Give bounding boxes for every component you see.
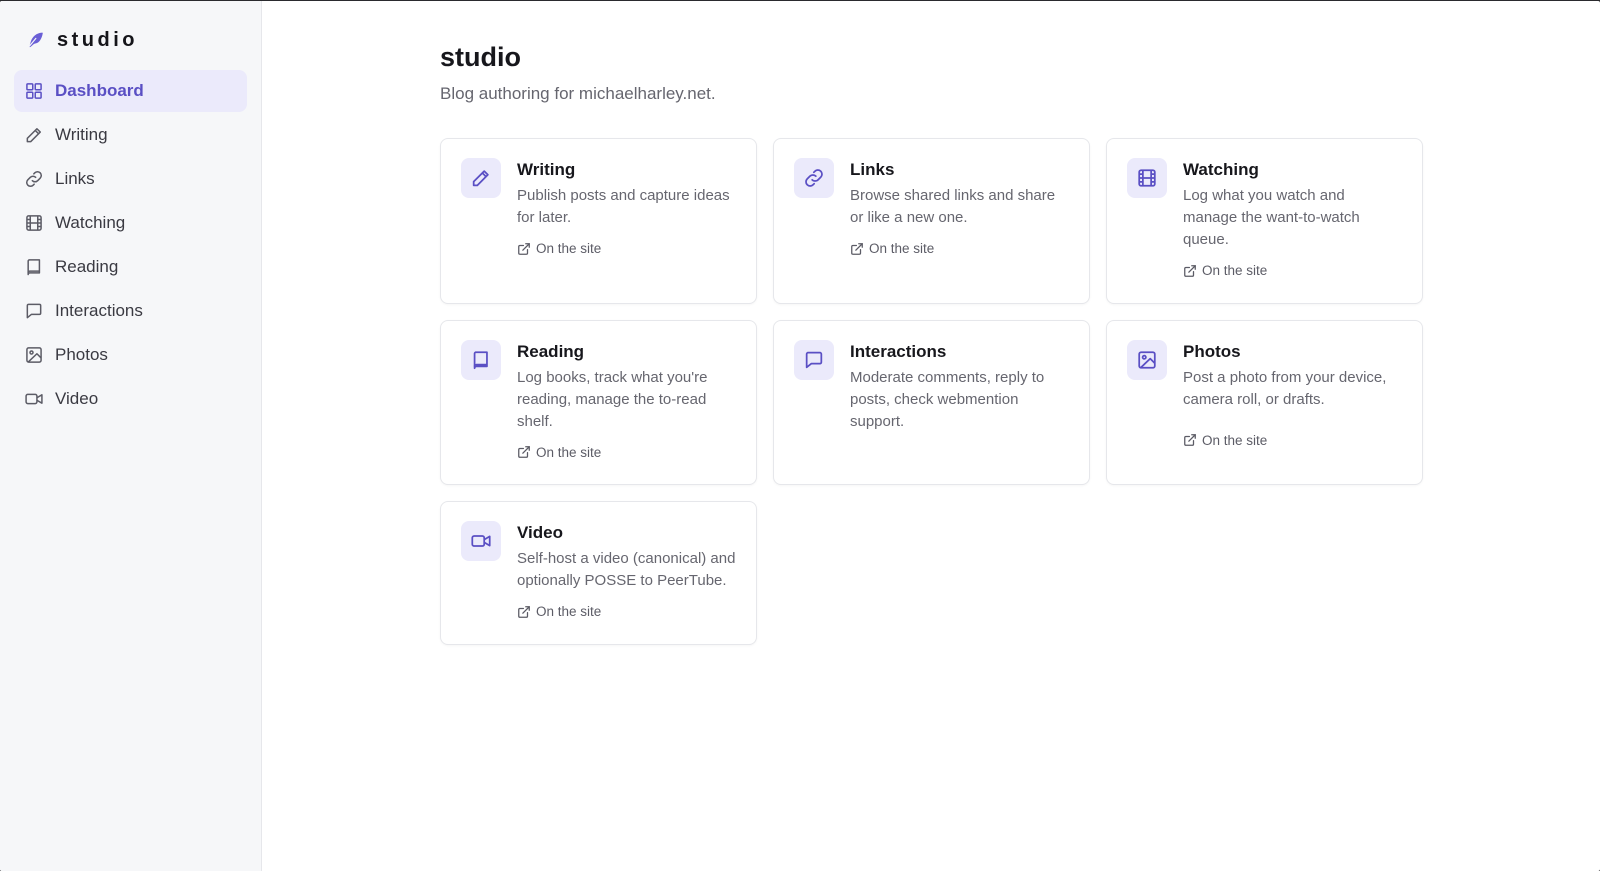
card-title: Writing [517, 160, 576, 179]
card-description: Browse shared links and share or like a … [850, 187, 1056, 226]
card-description: Moderate comments, reply to posts, check… [850, 368, 1045, 430]
sidebar-item-photos[interactable]: Photos [14, 334, 247, 376]
sidebar-item-label: Writing [55, 125, 108, 144]
sidebar-item-label: Video [55, 389, 99, 408]
card-description: Publish posts and capture ideas for late… [517, 187, 730, 226]
link-icon [24, 169, 44, 189]
on-the-site-link[interactable]: On the site [517, 445, 601, 460]
sidebar-item-dashboard[interactable]: Dashboard [14, 70, 247, 112]
external-link-icon [1183, 264, 1197, 278]
card-icon-badge [461, 521, 501, 561]
feature-card-grid: Writing Publish posts and capture ideas … [440, 138, 1600, 645]
card-title: Interactions [850, 341, 947, 361]
link-label: On the site [1202, 432, 1268, 448]
sidebar-item-label: Interactions [55, 301, 143, 320]
pencil-icon [470, 167, 492, 189]
on-the-site-link[interactable]: On the site [850, 241, 934, 256]
card-title: Reading [517, 341, 585, 361]
external-link-icon [850, 242, 864, 256]
sidebar-item-video[interactable]: Video [14, 378, 247, 420]
card-icon-badge [461, 158, 501, 198]
external-link-icon [517, 242, 531, 256]
sidebar-item-watching[interactable]: Watching [14, 202, 247, 244]
link-icon [803, 167, 825, 189]
image-icon [1136, 349, 1158, 371]
brand-name: studio [57, 28, 138, 51]
card-description: Self-host a video (canonical) and option… [517, 550, 736, 589]
card-icon-badge [794, 158, 834, 198]
sidebar-item-reading[interactable]: Reading [14, 246, 247, 288]
link-label: On the site [1202, 263, 1268, 278]
external-link-icon [517, 445, 531, 459]
sidebar-item-writing[interactable]: Writing [14, 114, 247, 156]
sidebar-item-links[interactable]: Links [14, 158, 247, 200]
video-icon [470, 530, 492, 552]
card-title: Watching [1183, 160, 1259, 179]
page-subtitle: Blog authoring for michaelharley.net. [440, 84, 716, 103]
card-video[interactable]: Video Self-host a video (canonical) and … [440, 501, 757, 645]
message-icon [803, 349, 825, 371]
sidebar-item-interactions[interactable]: Interactions [14, 290, 247, 332]
grid-icon [24, 81, 44, 101]
card-writing[interactable]: Writing Publish posts and capture ideas … [440, 138, 757, 304]
on-the-site-link[interactable]: On the site [517, 604, 601, 619]
card-interactions[interactable]: Interactions Moderate comments, reply to… [773, 319, 1090, 485]
book-icon [24, 257, 44, 277]
main-content: studio Blog authoring for michaelharley.… [262, 1, 1600, 871]
card-links[interactable]: Links Browse shared links and share or l… [773, 138, 1090, 304]
link-label: On the site [536, 604, 602, 619]
on-the-site-link[interactable]: On the site [1183, 433, 1267, 448]
card-title: Video [517, 523, 563, 542]
app-window: studio Dashboard Writing Links Watching … [0, 1, 1600, 871]
pencil-icon [24, 125, 44, 145]
card-icon-badge [461, 339, 501, 380]
card-icon-badge [1127, 339, 1167, 380]
card-title: Photos [1183, 341, 1241, 361]
video-icon [24, 389, 44, 409]
feather-icon [25, 30, 45, 50]
image-icon [24, 345, 44, 365]
card-icon-badge [1127, 158, 1167, 198]
film-icon [1136, 167, 1158, 189]
on-the-site-link[interactable]: On the site [517, 241, 601, 256]
brand[interactable]: studio [0, 25, 261, 55]
sidebar-item-label: Reading [55, 257, 119, 276]
external-link-icon [517, 605, 531, 619]
link-label: On the site [536, 241, 602, 256]
film-icon [24, 213, 44, 233]
external-link-icon [1183, 433, 1197, 447]
card-watching[interactable]: Watching Log what you watch and manage t… [1106, 138, 1423, 304]
card-photos[interactable]: Photos Post a photo from your device, ca… [1106, 319, 1423, 485]
sidebar-item-label: Watching [55, 213, 126, 232]
card-description: Post a photo from your device, camera ro… [1183, 368, 1387, 408]
card-reading[interactable]: Reading Log books, track what you're rea… [440, 319, 757, 485]
sidebar-nav: Dashboard Writing Links Watching Reading… [0, 70, 261, 422]
card-description: Log books, track what you're reading, ma… [517, 368, 708, 430]
sidebar-item-label: Links [55, 169, 95, 188]
link-label: On the site [536, 444, 602, 460]
message-icon [24, 301, 44, 321]
sidebar-item-label: Photos [55, 345, 108, 364]
page-title: studio [440, 42, 521, 72]
card-icon-badge [794, 339, 834, 380]
card-title: Links [850, 160, 895, 179]
on-the-site-link[interactable]: On the site [1183, 263, 1267, 278]
sidebar-item-label: Dashboard [55, 81, 144, 100]
book-icon [470, 349, 492, 371]
link-label: On the site [869, 241, 935, 256]
sidebar: studio Dashboard Writing Links Watching … [0, 1, 262, 871]
card-description: Log what you watch and manage the want-t… [1183, 187, 1360, 248]
